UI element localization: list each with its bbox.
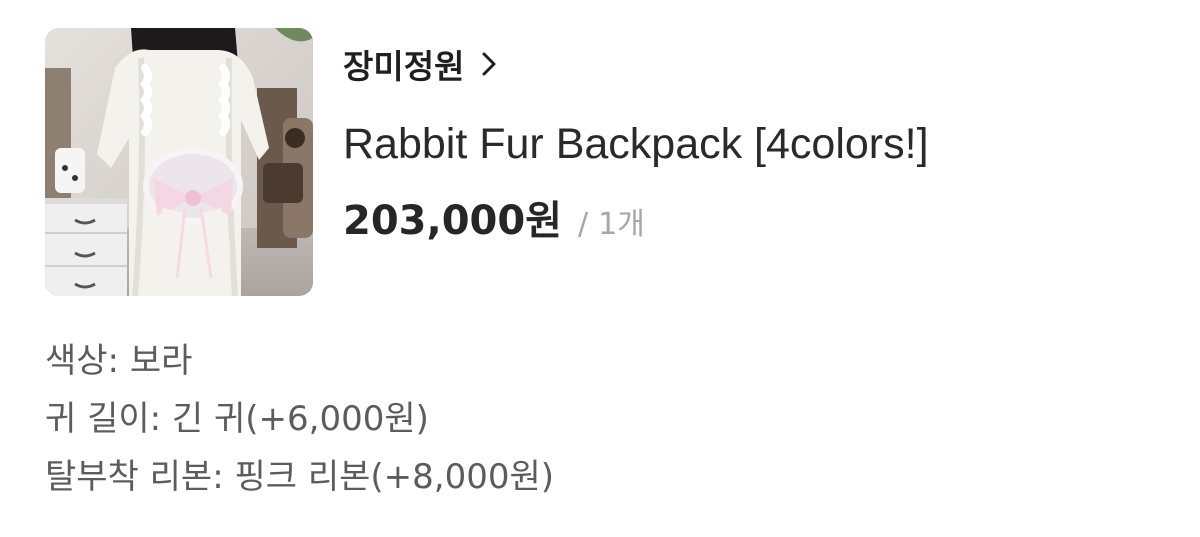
order-item-card: 장미정원 Rabbit Fur Backpack [4colors!] 203,… [45, 28, 1155, 296]
store-link[interactable]: 장미정원 [343, 40, 498, 88]
product-title[interactable]: Rabbit Fur Backpack [4colors!] [343, 120, 929, 169]
chevron-right-icon [482, 52, 496, 76]
option-ear-length: 귀 길이: 긴 귀(+6,000원) [45, 399, 429, 439]
product-quantity: 1개 [598, 207, 645, 242]
product-photo-illustration [45, 28, 313, 296]
selected-options: 색상: 보라 귀 길이: 긴 귀(+6,000원) 탈부착 리본: 핑크 리본(… [45, 338, 554, 512]
product-price: 203,000원 [343, 198, 562, 244]
option-ribbon: 탈부착 리본: 핑크 리본(+8,000원) [45, 457, 555, 497]
quantity-separator: / [578, 207, 589, 242]
price-line: 203,000원 / 1개 [343, 188, 645, 246]
product-thumbnail[interactable] [45, 28, 313, 296]
option-color: 색상: 보라 [45, 341, 193, 381]
store-name: 장미정원 [343, 47, 465, 86]
